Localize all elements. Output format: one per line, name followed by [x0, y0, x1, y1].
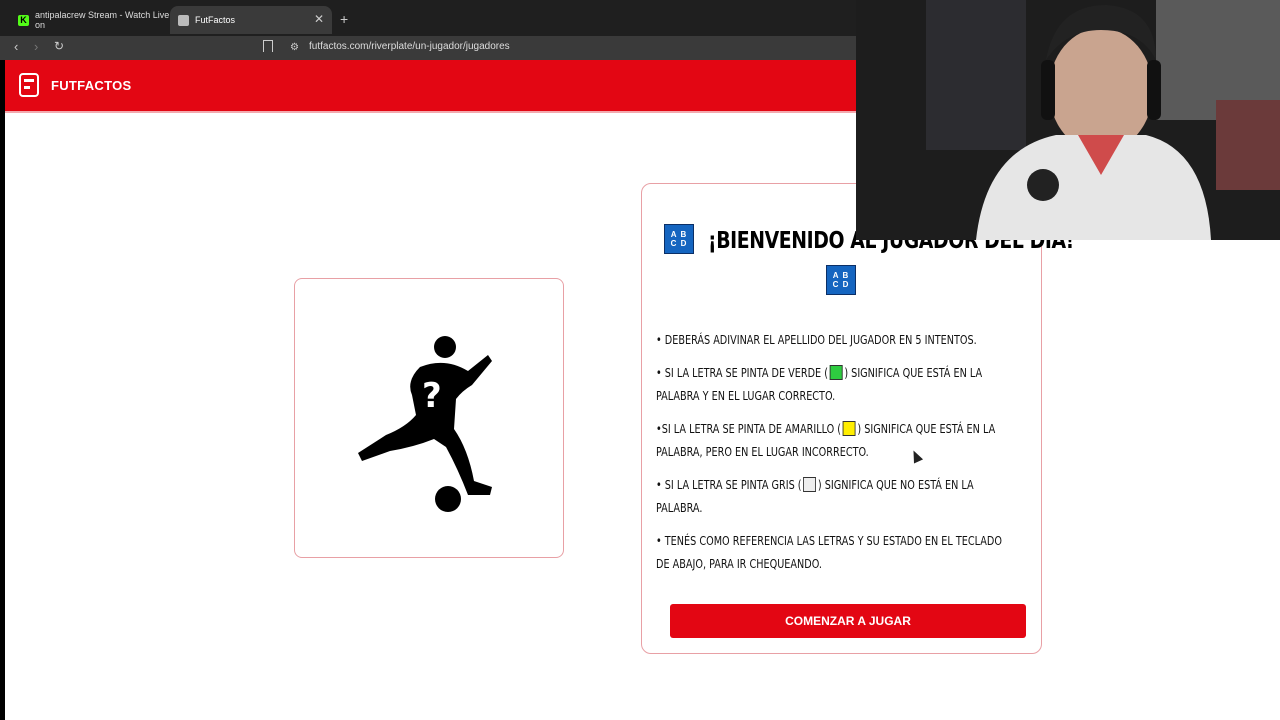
tab-title: FutFactos — [195, 15, 236, 25]
logo-text[interactable]: FUTFACTOS — [51, 78, 131, 93]
gray-swatch — [803, 477, 817, 492]
start-game-button[interactable]: COMENZAR A JUGAR — [670, 604, 1026, 638]
webcam-overlay — [856, 0, 1280, 240]
rule-text: • SI LA LETRA SE PINTA GRIS ( — [656, 477, 802, 492]
rules-list: • DEBERÁS ADIVINAR EL APELLIDO DEL JUGAD… — [656, 328, 1026, 585]
rule-item: •SI LA LETRA SE PINTA DE AMARILLO () SIG… — [656, 417, 1017, 463]
tab-title: antipalacrew Stream - Watch Live on — [35, 10, 170, 30]
futfactos-favicon-icon — [178, 14, 189, 26]
streamer-webcam-image — [856, 0, 1280, 240]
rule-text: • TENÉS COMO REFERENCIA LAS LETRAS Y SU … — [656, 533, 1002, 571]
green-swatch — [829, 365, 843, 380]
close-tab-icon[interactable]: ✕ — [314, 13, 324, 25]
browser-toolbar: ‹ › ↻ ⚙ futfactos.com/riverplate/un-juga… — [0, 36, 856, 60]
site-header: FUTFACTOS — [5, 60, 856, 111]
abcd-badge-icon: A BC D — [664, 224, 694, 254]
abcd-badge-icon: A BC D — [826, 265, 856, 295]
rule-text: • SI LA LETRA SE PINTA DE VERDE ( — [656, 365, 828, 380]
player-card: ? — [294, 278, 564, 558]
rule-text: •SI LA LETRA SE PINTA DE AMARILLO ( — [656, 421, 842, 436]
new-tab-icon[interactable]: + — [340, 11, 348, 27]
rule-item: • SI LA LETRA SE PINTA GRIS () SIGNIFICA… — [656, 473, 1017, 519]
browser-tab-kick[interactable]: K antipalacrew Stream - Watch Live on — [10, 6, 170, 34]
address-bar[interactable]: futfactos.com/riverplate/un-jugador/juga… — [309, 41, 510, 52]
bookmark-icon[interactable] — [263, 40, 273, 52]
back-icon[interactable]: ‹ — [14, 39, 18, 54]
question-mark: ? — [422, 376, 442, 416]
forward-icon[interactable]: › — [34, 39, 38, 54]
kick-favicon-icon: K — [18, 14, 29, 26]
browser-tab-futfactos[interactable]: FutFactos ✕ — [170, 6, 332, 34]
player-silhouette-question-icon: ? — [358, 336, 492, 512]
rule-item: • SI LA LETRA SE PINTA DE VERDE () SIGNI… — [656, 361, 1017, 407]
reload-icon[interactable]: ↻ — [54, 39, 64, 53]
rules-card: A BC D ¡BIENVENIDO AL JUGADOR DEL DÍA! A… — [641, 183, 1074, 654]
rule-item: • DEBERÁS ADIVINAR EL APELLIDO DEL JUGAD… — [656, 328, 1017, 351]
rule-item: • TENÉS COMO REFERENCIA LAS LETRAS Y SU … — [656, 529, 1017, 575]
rule-text: • DEBERÁS ADIVINAR EL APELLIDO DEL JUGAD… — [656, 332, 977, 347]
futfactos-logo-icon[interactable] — [19, 73, 39, 97]
header-divider — [5, 111, 856, 113]
browser-tab-bar: K antipalacrew Stream - Watch Live on Fu… — [0, 0, 856, 36]
yellow-swatch — [842, 421, 856, 436]
site-info-icon[interactable]: ⚙ — [290, 42, 299, 53]
